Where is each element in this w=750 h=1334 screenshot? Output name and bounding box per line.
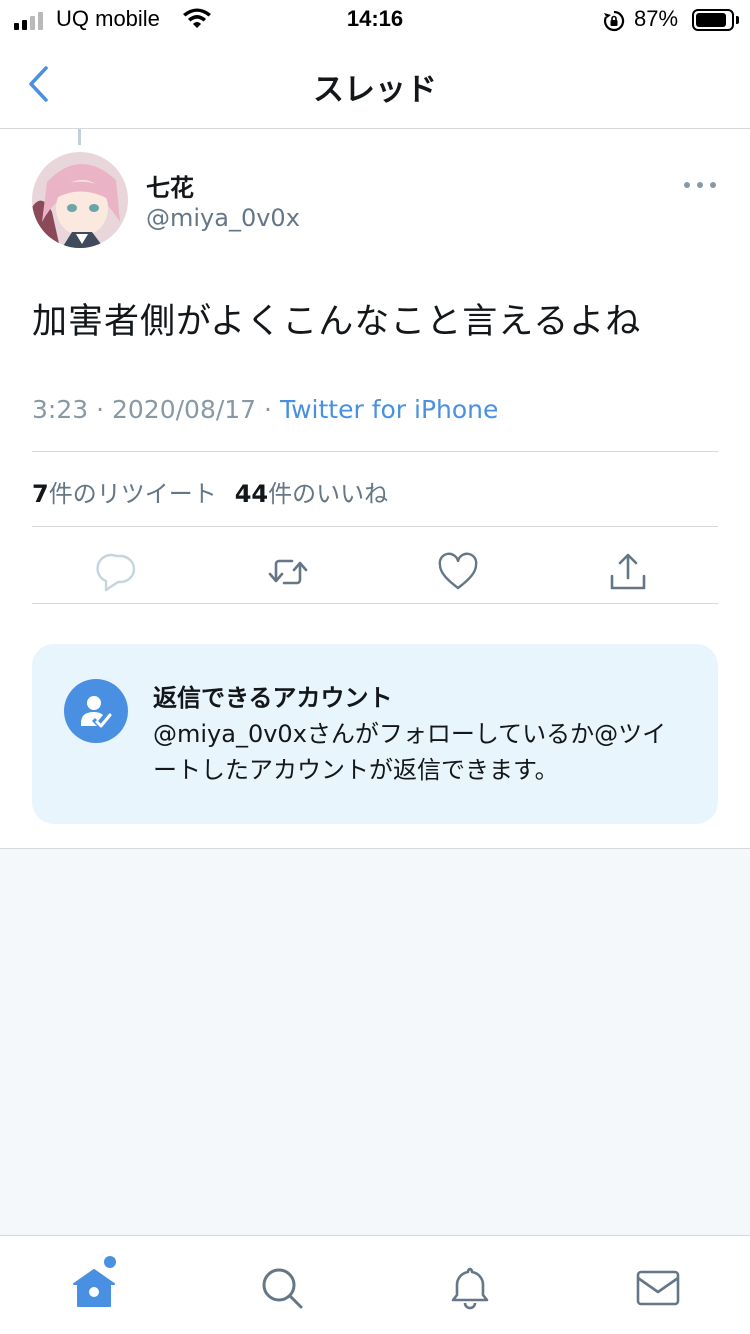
like-count: 44 bbox=[234, 480, 269, 508]
like-icon bbox=[438, 552, 478, 590]
reply-restriction-body: @miya_0v0xさんがフォローしているか@ツイートしたアカウントが返信できま… bbox=[153, 720, 667, 784]
rotation-lock-icon bbox=[603, 10, 625, 32]
more-options-button[interactable] bbox=[684, 180, 716, 190]
more-dot bbox=[697, 182, 703, 188]
tweet-date: 2020/08/17 bbox=[112, 395, 257, 424]
battery-tip bbox=[736, 16, 739, 24]
retweet-button[interactable] bbox=[266, 550, 310, 594]
battery-percentage: 87% bbox=[634, 6, 679, 31]
like-stat[interactable]: 44件のいいね bbox=[235, 480, 388, 508]
retweet-icon bbox=[268, 559, 308, 585]
tab-messages[interactable] bbox=[634, 1264, 682, 1312]
notifications-icon bbox=[451, 1267, 489, 1310]
home-notification-dot bbox=[104, 1256, 116, 1268]
tweet-time: 3:23 bbox=[32, 395, 89, 424]
tab-bar bbox=[0, 1235, 750, 1334]
more-dot bbox=[684, 182, 690, 188]
messages-icon bbox=[636, 1270, 680, 1306]
thread-connector-line bbox=[78, 129, 81, 145]
tab-notifications[interactable] bbox=[446, 1264, 494, 1312]
retweet-label: 件のリツイート bbox=[48, 480, 217, 508]
search-icon bbox=[262, 1268, 303, 1309]
divider bbox=[32, 603, 718, 604]
meta-separator: · bbox=[96, 395, 105, 424]
tab-search[interactable] bbox=[258, 1264, 306, 1312]
more-dot bbox=[710, 182, 716, 188]
status-bar: UQ mobile 14:16 87% bbox=[0, 0, 750, 40]
like-label: 件のいいね bbox=[268, 480, 389, 508]
user-handle[interactable]: @miya_0v0x bbox=[146, 204, 300, 232]
tweet-actions bbox=[32, 540, 718, 602]
tweet-source-link[interactable]: Twitter for iPhone bbox=[280, 395, 498, 424]
display-name[interactable]: 七花 bbox=[146, 168, 194, 203]
reply-button[interactable] bbox=[96, 550, 140, 594]
page-title: スレッド bbox=[313, 72, 437, 108]
tweet-metadata: 3:23 · 2020/08/17 · Twitter for iPhone bbox=[32, 395, 498, 424]
home-icon bbox=[73, 1269, 115, 1307]
avatar[interactable] bbox=[32, 152, 128, 248]
share-icon bbox=[610, 553, 646, 590]
retweet-count: 7 bbox=[32, 480, 49, 508]
retweet-stat[interactable]: 7件のリツイート bbox=[32, 480, 217, 508]
empty-replies-area bbox=[0, 848, 750, 1236]
reply-restriction-title: 返信できるアカウント bbox=[153, 684, 393, 712]
avatar-image bbox=[32, 152, 128, 248]
tweet-text: 加害者側がよくこんなこと言えるよね bbox=[32, 302, 642, 342]
person-check-icon bbox=[64, 679, 128, 743]
reply-icon bbox=[96, 553, 136, 592]
reply-restriction-card: 返信できるアカウント @miya_0v0xさんがフォローしているか@ツイートした… bbox=[32, 644, 718, 824]
battery-icon bbox=[692, 9, 734, 31]
share-button[interactable] bbox=[606, 550, 650, 594]
divider bbox=[32, 451, 718, 452]
tab-home[interactable] bbox=[70, 1256, 118, 1312]
engagement-stats: 7件のリツイート 44件のいいね bbox=[32, 474, 388, 509]
meta-separator: · bbox=[264, 395, 272, 424]
like-button[interactable] bbox=[436, 550, 480, 594]
navigation-bar: スレッド bbox=[0, 40, 750, 129]
divider bbox=[32, 526, 718, 527]
